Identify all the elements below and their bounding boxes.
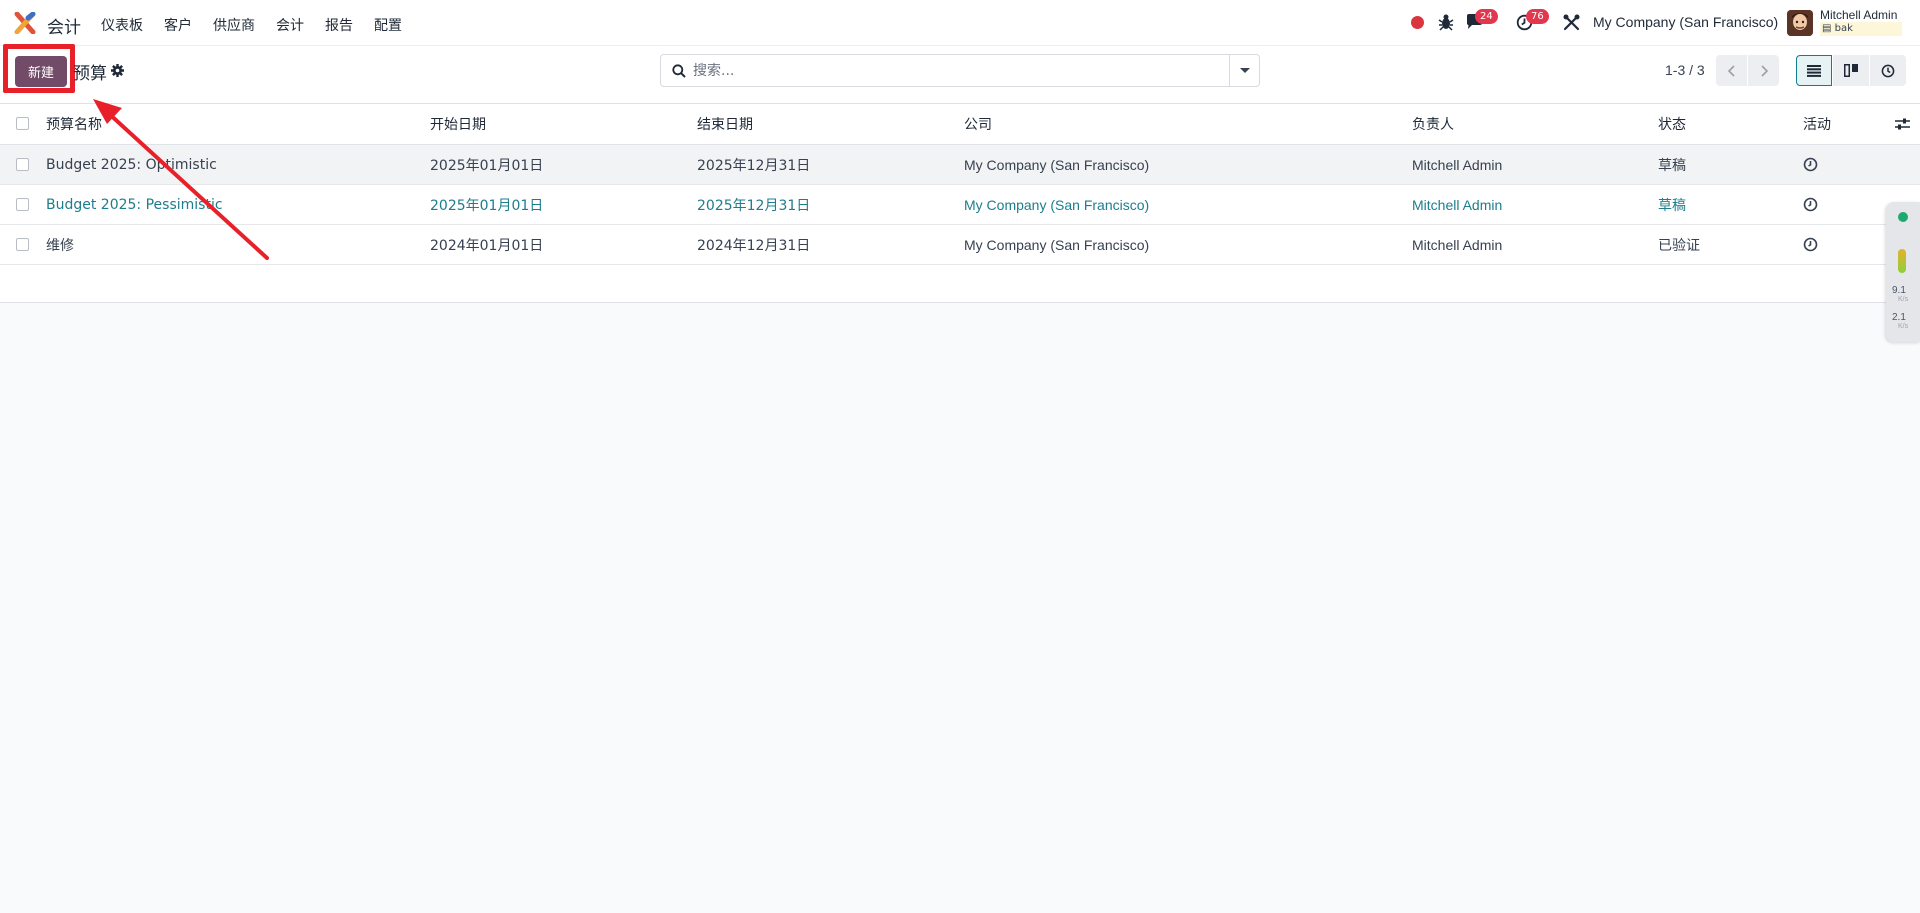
pager-previous-button[interactable] [1716,55,1747,86]
new-button[interactable]: 新建 [15,56,67,87]
end-date: 2025年12月31日 [697,157,811,174]
settings-tools-icon[interactable] [1563,14,1580,31]
column-header-activity[interactable]: 活动 [1803,104,1831,144]
activity-cell[interactable] [1803,225,1818,264]
column-header-company[interactable]: 公司 [964,104,992,144]
menu-item-dashboard[interactable]: 仪表板 [101,15,154,35]
budget-name: Budget 2025: Optimistic [46,156,217,173]
budget-list: 预算名称 开始日期 结束日期 公司 负责人 状态 活动 Budget 2025:… [0,104,1920,303]
search-bar [660,54,1260,87]
caret-down-icon [1239,68,1250,73]
menu-item-vendors[interactable]: 供应商 [203,15,266,35]
table-row[interactable]: Budget 2025: Pessimistic 2025年01月01日 202… [0,185,1920,225]
level-bar-icon [1898,249,1906,273]
search-icon [672,64,686,78]
activity-cell[interactable] [1803,145,1818,184]
responsible: Mitchell Admin [1412,196,1503,213]
end-date: 2024年12月31日 [697,237,811,254]
company-switcher[interactable]: My Company (San Francisco) [1593,14,1778,30]
chevron-right-icon [1760,64,1768,77]
activity-view-button[interactable] [1870,55,1906,86]
company: My Company (San Francisco) [964,156,1150,173]
end-date: 2025年12月31日 [697,197,811,214]
responsible: Mitchell Admin [1412,236,1503,253]
company: My Company (San Francisco) [964,196,1150,213]
column-header-start-date[interactable]: 开始日期 [430,104,486,144]
kanban-view-icon [1844,64,1858,77]
database-tag: ▤ bak [1820,22,1902,36]
table-row[interactable]: 维修 2024年01月01日 2024年12月31日 My Company (S… [0,225,1920,265]
search-options-toggle[interactable] [1229,55,1259,86]
select-all-checkbox[interactable] [16,117,29,130]
user-avatar-image-icon [1787,10,1813,36]
app-name[interactable]: 会计 [47,13,81,38]
start-date: 2025年01月01日 [430,157,544,174]
activity-cell[interactable] [1803,185,1818,224]
main-menu: 仪表板 客户 供应商 会计 报告 配置 [101,15,413,35]
control-panel: 新建 预算 1-3 / 3 [0,44,1920,104]
database-name: bak [1834,23,1853,34]
gear-icon[interactable] [111,64,124,77]
table-header: 预算名称 开始日期 结束日期 公司 负责人 状态 活动 [0,104,1920,145]
download-speed: 2.1 [1892,312,1906,323]
column-header-end-date[interactable]: 结束日期 [697,104,753,144]
activity-clock-icon[interactable] [1803,157,1818,172]
kanban-view-button[interactable] [1833,55,1869,86]
status-dot-icon [1898,212,1908,222]
list-view-button[interactable] [1796,55,1832,86]
start-date: 2025年01月01日 [430,197,544,214]
status: 已验证 [1658,237,1700,254]
accounting-app-logo-icon[interactable] [14,12,36,34]
pager-next-button[interactable] [1748,55,1779,86]
search-input[interactable] [693,59,1223,83]
status: 草稿 [1658,157,1686,174]
pager-value[interactable]: 1-3 / 3 [1665,62,1705,78]
menu-item-reporting[interactable]: 报告 [315,15,364,35]
upload-unit: K/s [1898,296,1909,303]
responsible: Mitchell Admin [1412,156,1503,173]
column-header-name[interactable]: 预算名称 [46,104,102,144]
upload-speed: 9.1 [1892,285,1906,296]
database-icon: ▤ [1822,23,1835,34]
status: 草稿 [1658,197,1686,214]
list-view-icon [1807,64,1821,77]
activity-clock-icon[interactable] [1803,237,1818,252]
budget-name: 维修 [46,237,74,254]
messages-count-badge: 24 [1475,9,1498,24]
company: My Company (San Francisco) [964,236,1150,253]
table-row[interactable]: Budget 2025: Optimistic 2025年01月01日 2025… [0,145,1920,185]
row-checkbox[interactable] [16,158,29,171]
page-title: 预算 [73,64,107,84]
row-checkbox[interactable] [16,238,29,251]
optional-columns-toggle-icon[interactable] [1895,117,1910,131]
user-name[interactable]: Mitchell Admin [1820,8,1897,22]
row-checkbox[interactable] [16,198,29,211]
debug-bug-icon[interactable] [1438,13,1454,31]
column-header-responsible[interactable]: 负责人 [1412,104,1454,144]
activity-clock-icon [1881,64,1895,77]
budget-name: Budget 2025: Pessimistic [46,196,223,213]
menu-item-customers[interactable]: 客户 [154,15,203,35]
user-avatar[interactable] [1787,10,1813,36]
start-date: 2024年01月01日 [430,237,544,254]
activities-count-badge: 76 [1526,9,1549,24]
activity-clock-icon[interactable] [1803,197,1818,212]
recording-indicator-icon[interactable] [1411,16,1424,29]
menu-item-configuration[interactable]: 配置 [364,15,413,35]
menu-item-accounting[interactable]: 会计 [266,15,315,35]
chevron-left-icon [1727,64,1735,77]
network-speed-widget[interactable]: 9.1 K/s 2.1 K/s [1886,202,1920,342]
top-navbar: 会计 仪表板 客户 供应商 会计 报告 配置 24 76 My Company … [0,0,1920,46]
download-unit: K/s [1898,323,1909,330]
column-header-status[interactable]: 状态 [1658,104,1686,144]
